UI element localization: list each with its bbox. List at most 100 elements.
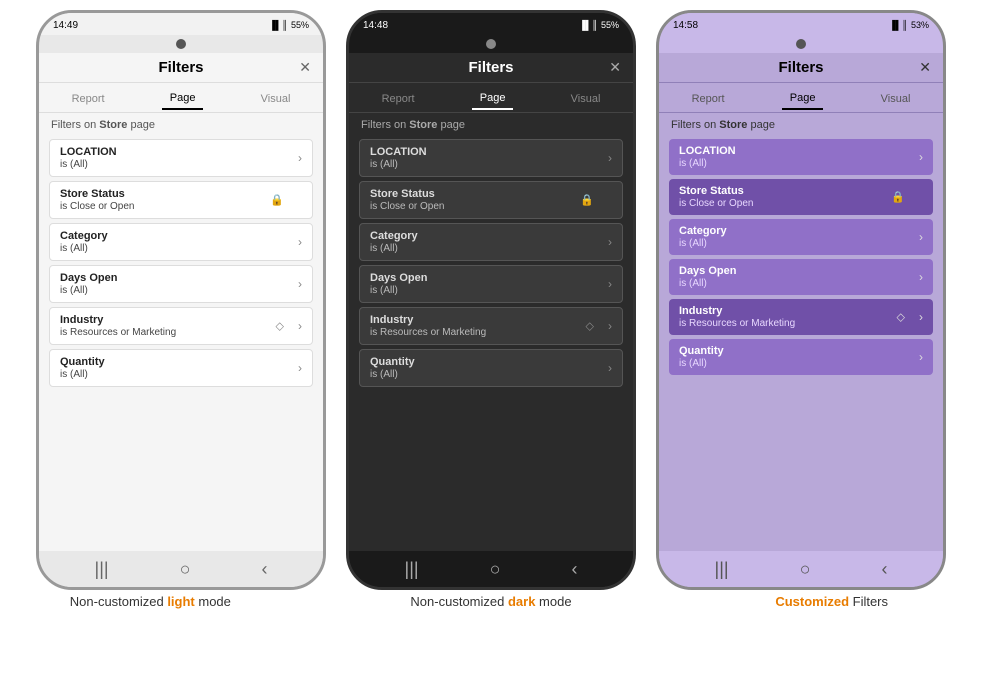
filter-card[interactable]: LOCATION is (All) › [49, 139, 313, 177]
chevron-right-icon: › [298, 235, 302, 249]
filter-name: Days Open [679, 265, 923, 277]
filter-card[interactable]: Days Open is (All) › [49, 265, 313, 303]
nav-home-button[interactable]: ○ [490, 559, 501, 580]
tab-page[interactable]: Page [162, 88, 204, 110]
phones-row: 14:49 ▐▌║ 55% Filters ✕ Report Page Visual… [0, 10, 982, 590]
battery-level: 55% [291, 20, 309, 30]
filter-card[interactable]: Category is (All) › [669, 219, 933, 255]
nav-lines-button[interactable]: ||| [95, 559, 109, 580]
filter-name: Industry [370, 314, 612, 326]
filters-subtitle: Filters on Store page [39, 113, 323, 135]
tab-report[interactable]: Report [374, 89, 423, 109]
filter-card[interactable]: Category is (All) › [49, 223, 313, 261]
nav-home-button[interactable]: ○ [800, 559, 811, 580]
nav-back-button[interactable]: ‹ [571, 559, 577, 580]
status-signal: ▐▌║ [889, 20, 908, 30]
filter-name: Days Open [60, 272, 302, 284]
battery-level: 55% [601, 20, 619, 30]
camera-dot [176, 39, 186, 49]
caption-light: Non-customized light mode [20, 594, 281, 609]
chevron-right-icon: › [919, 270, 923, 284]
filter-header: Filters ✕ [659, 53, 943, 83]
close-button[interactable]: ✕ [299, 59, 311, 76]
caption-dark: Non-customized dark mode [361, 594, 622, 609]
filter-name: Category [370, 230, 612, 242]
filter-header: Filters ✕ [39, 53, 323, 83]
battery-level: 53% [911, 20, 929, 30]
filter-card[interactable]: Category is (All) › [359, 223, 623, 261]
filter-value: is (All) [370, 243, 612, 254]
phone-purple: 14:58 ▐▌║ 53% Filters ✕ Report Page Visual… [656, 10, 946, 590]
filter-card-icons: ◇ [586, 320, 594, 333]
chevron-right-icon: › [608, 235, 612, 249]
phone-dark: 14:48 ▐▌║ 55% Filters ✕ Report Page Visual… [346, 10, 636, 590]
filter-name: Quantity [370, 356, 612, 368]
status-bar: 14:48 ▐▌║ 55% [349, 13, 633, 35]
caption-accent: dark [508, 594, 535, 609]
chevron-right-icon: › [919, 230, 923, 244]
tab-visual[interactable]: Visual [253, 89, 299, 109]
chevron-right-icon: › [608, 361, 612, 375]
status-time: 14:58 [673, 20, 698, 31]
close-button[interactable]: ✕ [919, 59, 931, 76]
filter-card[interactable]: Store Status is Close or Open 🔒 [49, 181, 313, 219]
status-signal: ▐▌║ [269, 20, 288, 30]
filter-header: Filters ✕ [349, 53, 633, 83]
nav-back-button[interactable]: ‹ [261, 559, 267, 580]
tabs: Report Page Visual [349, 83, 633, 113]
filter-card[interactable]: Days Open is (All) › [669, 259, 933, 295]
tab-page[interactable]: Page [472, 88, 514, 110]
filter-value: is (All) [679, 358, 923, 369]
filter-name: Category [679, 225, 923, 237]
filter-card[interactable]: Days Open is (All) › [359, 265, 623, 303]
tab-report[interactable]: Report [64, 89, 113, 109]
filter-value: is Close or Open [60, 201, 302, 212]
tab-page[interactable]: Page [782, 88, 824, 110]
filter-card[interactable]: Quantity is (All) › [669, 339, 933, 375]
filter-card[interactable]: Industry is Resources or Marketing ◇ › [49, 307, 313, 345]
filter-card[interactable]: Quantity is (All) › [359, 349, 623, 387]
tab-visual[interactable]: Visual [563, 89, 609, 109]
nav-back-button[interactable]: ‹ [881, 559, 887, 580]
filter-card[interactable]: Store Status is Close or Open 🔒 [359, 181, 623, 219]
filter-card[interactable]: LOCATION is (All) › [669, 139, 933, 175]
status-time: 14:49 [53, 20, 78, 31]
filter-value: is (All) [60, 243, 302, 254]
filter-card[interactable]: Store Status is Close or Open 🔒 [669, 179, 933, 215]
camera-bar [659, 35, 943, 53]
filter-value: is Close or Open [679, 198, 923, 209]
status-icons: ▐▌║ 55% [579, 20, 619, 30]
filter-list: LOCATION is (All) › Store Status is Clos… [39, 135, 323, 551]
filter-card[interactable]: Industry is Resources or Marketing ◇ › [669, 299, 933, 335]
bottom-nav: ||| ○ ‹ [349, 551, 633, 587]
nav-lines-button[interactable]: ||| [405, 559, 419, 580]
nav-lines-button[interactable]: ||| [715, 559, 729, 580]
filter-card[interactable]: Quantity is (All) › [49, 349, 313, 387]
lock-icon: 🔒 [580, 194, 594, 207]
filter-value: is Resources or Marketing [60, 327, 302, 338]
tab-visual[interactable]: Visual [873, 89, 919, 109]
filter-name: LOCATION [60, 146, 302, 158]
filter-title: Filters [468, 59, 513, 76]
tabs: Report Page Visual [39, 83, 323, 113]
status-bar: 14:49 ▐▌║ 55% [39, 13, 323, 35]
filter-value: is (All) [60, 369, 302, 380]
status-icons: ▐▌║ 55% [269, 20, 309, 30]
filter-value: is (All) [60, 285, 302, 296]
filter-name: Industry [60, 314, 302, 326]
bottom-nav: ||| ○ ‹ [659, 551, 943, 587]
filter-name: Category [60, 230, 302, 242]
filter-list: LOCATION is (All) › Store Status is Clos… [349, 135, 633, 551]
phone-light: 14:49 ▐▌║ 55% Filters ✕ Report Page Visual… [36, 10, 326, 590]
close-button[interactable]: ✕ [609, 59, 621, 76]
nav-home-button[interactable]: ○ [180, 559, 191, 580]
camera-dot [486, 39, 496, 49]
filter-value: is Resources or Marketing [679, 318, 923, 329]
filter-card[interactable]: Industry is Resources or Marketing ◇ › [359, 307, 623, 345]
filter-card[interactable]: LOCATION is (All) › [359, 139, 623, 177]
camera-bar [349, 35, 633, 53]
caption-accent: Customized [775, 594, 849, 609]
status-time: 14:48 [363, 20, 388, 31]
filter-value: is (All) [679, 238, 923, 249]
tab-report[interactable]: Report [684, 89, 733, 109]
